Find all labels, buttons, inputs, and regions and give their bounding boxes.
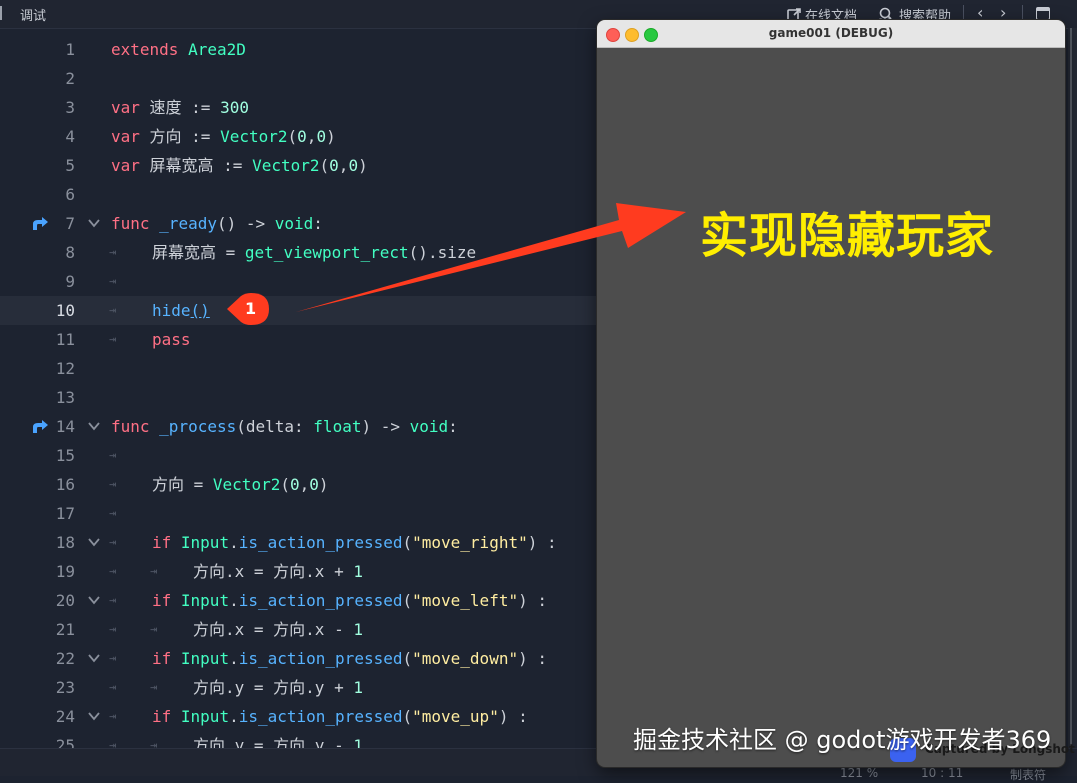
step-badge: 1 — [225, 292, 273, 326]
badge-number: 1 — [245, 299, 257, 318]
arrow-shape — [296, 203, 686, 312]
watermark: 掘金技术社区 @ godot游戏开发者369 — [633, 726, 1052, 754]
callout-text: 实现隐藏玩家 — [700, 208, 995, 264]
annotation-arrow — [296, 203, 686, 312]
